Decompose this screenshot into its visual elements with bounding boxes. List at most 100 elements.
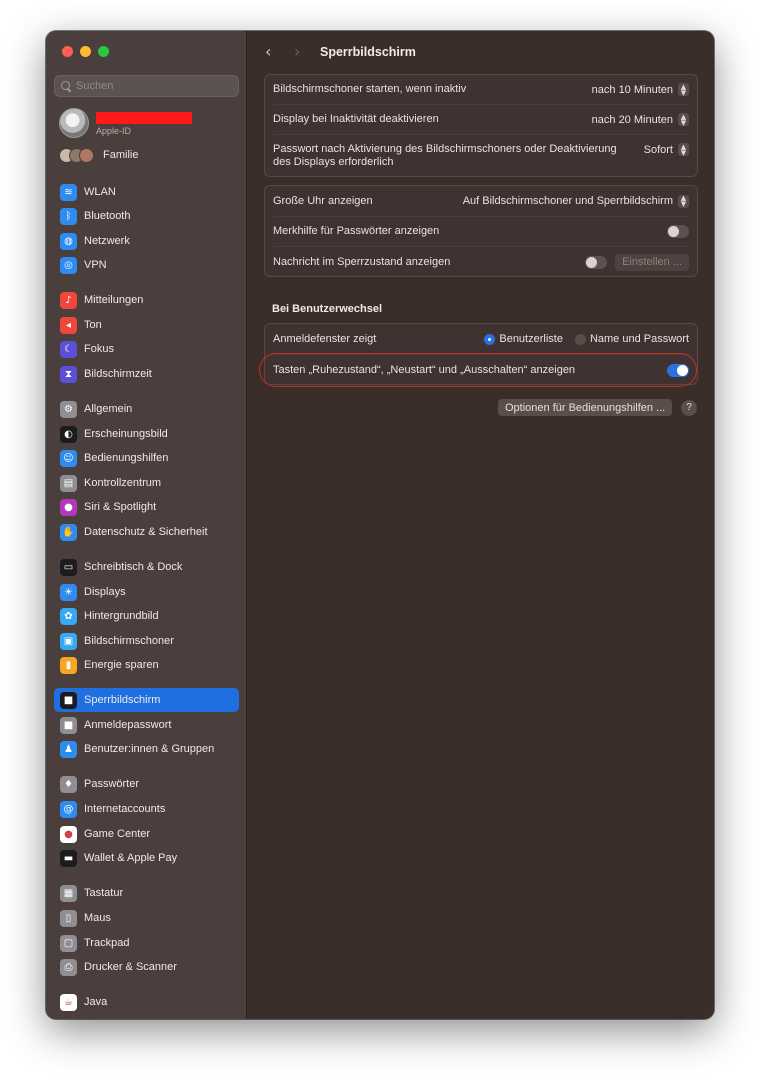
sidebar-item-datenschutz-sicherheit[interactable]: ✋ Datenschutz & Sicherheit — [54, 520, 239, 544]
sidebar-item-fokus[interactable]: ☾ Fokus — [54, 337, 239, 361]
sidebar-item-label: Trackpad — [84, 937, 130, 949]
sidebar-item-internetaccounts[interactable]: @ Internetaccounts — [54, 797, 239, 821]
sidebar-item-vpn[interactable]: ◎ VPN — [54, 253, 239, 277]
sidebar-item-bildschirmzeit[interactable]: ⧗ Bildschirmzeit — [54, 362, 239, 386]
sidebar-item-ton[interactable]: ◂ Ton — [54, 313, 239, 337]
sidebar: Apple-ID Familie ≋ WLAN ᛒ Bluetooth ◍ Netzwer… — [46, 31, 247, 1019]
sidebar-item-label: Java — [84, 996, 108, 1008]
sidebar-item-label: WLAN — [84, 186, 116, 198]
sidebar-item-label: Tastatur — [84, 887, 124, 899]
screensaver-start-row: Bildschirmschoner starten, wenn inaktiv … — [265, 75, 697, 104]
password-required-row: Passwort nach Aktivierung des Bildschirm… — [265, 135, 697, 177]
radio-button[interactable] — [574, 333, 586, 345]
large-clock-value: Auf Bildschirmschoner und Sperrbildschir… — [462, 195, 673, 207]
apple-id-label: Apple-ID — [96, 126, 132, 136]
window-controls — [62, 46, 109, 57]
lock-message-set-button[interactable]: Einstellen ... — [615, 253, 689, 271]
toolbar: ‹ › Sperrbildschirm — [247, 31, 714, 75]
sidebar-item-bedienungshilfen[interactable]: ☺ Bedienungshilfen — [54, 446, 239, 470]
avatar — [59, 108, 89, 138]
sidebar-item-drucker-scanner[interactable]: ⎙ Drucker & Scanner — [54, 955, 239, 979]
sidebar-item-mitteilungen[interactable]: ♪ Mitteilungen — [54, 288, 239, 312]
screensaver-start-popup[interactable]: nach 10 Minuten ▲ ▼ — [592, 83, 689, 96]
lock-message-row: Nachricht im Sperrzustand anzeigen Einst… — [265, 247, 697, 277]
sidebar-item-kontrollzentrum[interactable]: ▤ Kontrollzentrum — [54, 471, 239, 495]
forward-button[interactable]: › — [294, 42, 300, 61]
sidebar-item-label: Bluetooth — [84, 210, 131, 222]
apple-id-profile[interactable]: Apple-ID — [59, 108, 239, 140]
sidebar-item-label: Game Center — [84, 828, 151, 840]
password-required-popup[interactable]: Sofort ▲ ▼ — [644, 143, 689, 156]
sidebar-item-displays[interactable]: ☀ Displays — [54, 580, 239, 604]
sidebar-item-hintergrundbild[interactable]: ✿ Hintergrundbild — [54, 604, 239, 628]
large-clock-popup[interactable]: Auf Bildschirmschoner und Sperrbildschir… — [462, 194, 689, 208]
radio-button-selected[interactable] — [484, 333, 496, 345]
search-icon — [61, 81, 71, 91]
sidebar-item-game-center[interactable]: ● Game Center — [54, 822, 239, 846]
radio-name-password[interactable]: Name und Passwort — [574, 333, 689, 345]
chevron-updown-icon: ▲ ▼ — [678, 83, 689, 96]
sidebar-item-wallet-apple-pay[interactable]: ▬ Wallet & Apple Pay — [54, 846, 239, 870]
sidebar-item-label: VPN — [84, 259, 107, 271]
minimize-window-button[interactable] — [80, 46, 91, 57]
back-button[interactable]: ‹ — [265, 42, 271, 61]
search-field[interactable] — [54, 75, 239, 97]
keyboard-icon: ▦ — [60, 884, 77, 902]
help-button[interactable]: ? — [681, 400, 697, 416]
password-hint-label: Merkhilfe für Passwörter anzeigen — [273, 225, 440, 237]
login-window-row: Anmeldefenster zeigt Benutzerliste Name … — [265, 324, 697, 354]
sidebar-item-maus[interactable]: ▯ Maus — [54, 906, 239, 930]
sidebar-item-java[interactable]: ☕ Java — [54, 990, 239, 1014]
zoom-window-button[interactable] — [98, 46, 109, 57]
login-window-label: Anmeldefenster zeigt — [273, 332, 377, 345]
sidebar-item-energie-sparen[interactable]: ▮ Energie sparen — [54, 653, 239, 677]
sidebar-item-label: Mitteilungen — [84, 294, 144, 306]
globe-icon: ◍ — [60, 232, 77, 250]
sidebar-item-tastatur[interactable]: ▦ Tastatur — [54, 881, 239, 905]
printer-icon: ⎙ — [60, 958, 77, 976]
sidebar-item-trackpad[interactable]: ▢ Trackpad — [54, 931, 239, 955]
sidebar-item-label: Fokus — [84, 343, 114, 355]
sidebar-item-label: Internetaccounts — [84, 803, 166, 815]
family-label: Familie — [103, 149, 139, 161]
sidebar-item-label: Wallet & Apple Pay — [84, 852, 178, 864]
sidebar-item-bildschirmschoner[interactable]: ▣ Bildschirmschoner — [54, 629, 239, 653]
display-off-label: Display bei Inaktivität deaktivieren — [273, 113, 439, 125]
sidebar-item-bluetooth[interactable]: ᛒ Bluetooth — [54, 204, 239, 228]
at-icon: @ — [60, 800, 77, 818]
appearance-icon: ◐ — [60, 425, 77, 443]
control-center-icon: ▤ — [60, 474, 77, 492]
main-pane: ‹ › Sperrbildschirm Bildschirmschoner st… — [247, 31, 714, 1019]
display-off-popup[interactable]: nach 20 Minuten ▲ ▼ — [592, 113, 689, 126]
radio-user-list[interactable]: Benutzerliste — [484, 333, 563, 345]
sidebar-item-siri-spotlight[interactable]: ● Siri & Spotlight — [54, 495, 239, 519]
family-item[interactable]: Familie — [59, 146, 138, 164]
gear-icon: ⚙ — [60, 400, 77, 418]
sidebar-item-label: Drucker & Scanner — [84, 961, 177, 973]
sidebar-item-anmeldepasswort[interactable]: ■ Anmeldepasswort — [54, 713, 239, 737]
lock-icon: ■ — [60, 691, 77, 709]
sidebar-item-benutzer-innen-gruppen[interactable]: ♟ Benutzer:innen & Gruppen — [54, 737, 239, 761]
accessibility-options-button[interactable]: Optionen für Bedienungshilfen ... — [498, 399, 673, 416]
users-icon: ♟ — [60, 740, 77, 758]
lock-message-toggle[interactable] — [585, 255, 608, 269]
search-input[interactable] — [76, 80, 226, 92]
sidebar-item-passwörter[interactable]: ♦ Passwörter — [54, 772, 239, 796]
sidebar-item-label: Anmeldepasswort — [84, 719, 172, 731]
sidebar-item-wlan[interactable]: ≋ WLAN — [54, 180, 239, 204]
sidebar-item-sperrbildschirm[interactable]: ■ Sperrbildschirm — [54, 688, 239, 712]
display-off-row: Display bei Inaktivität deaktivieren nac… — [265, 105, 697, 134]
close-window-button[interactable] — [62, 46, 73, 57]
password-hint-toggle[interactable] — [667, 225, 689, 238]
sidebar-item-allgemein[interactable]: ⚙ Allgemein — [54, 397, 239, 421]
user-switch-section-title: Bei Benutzerwechsel — [272, 303, 383, 315]
sidebar-item-erscheinungsbild[interactable]: ◐ Erscheinungsbild — [54, 422, 239, 446]
sidebar-item-schreibtisch-dock[interactable]: ▭ Schreibtisch & Dock — [54, 555, 239, 579]
sidebar-item-netzwerk[interactable]: ◍ Netzwerk — [54, 229, 239, 253]
sidebar-item-label: Bedienungshilfen — [84, 452, 169, 464]
page-title: Sperrbildschirm — [320, 45, 416, 59]
screensaver-icon: ▣ — [60, 632, 77, 650]
chevron-updown-icon: ▲ ▼ — [678, 194, 689, 208]
hourglass-icon: ⧗ — [60, 365, 77, 383]
redacted-user-name — [96, 112, 192, 124]
